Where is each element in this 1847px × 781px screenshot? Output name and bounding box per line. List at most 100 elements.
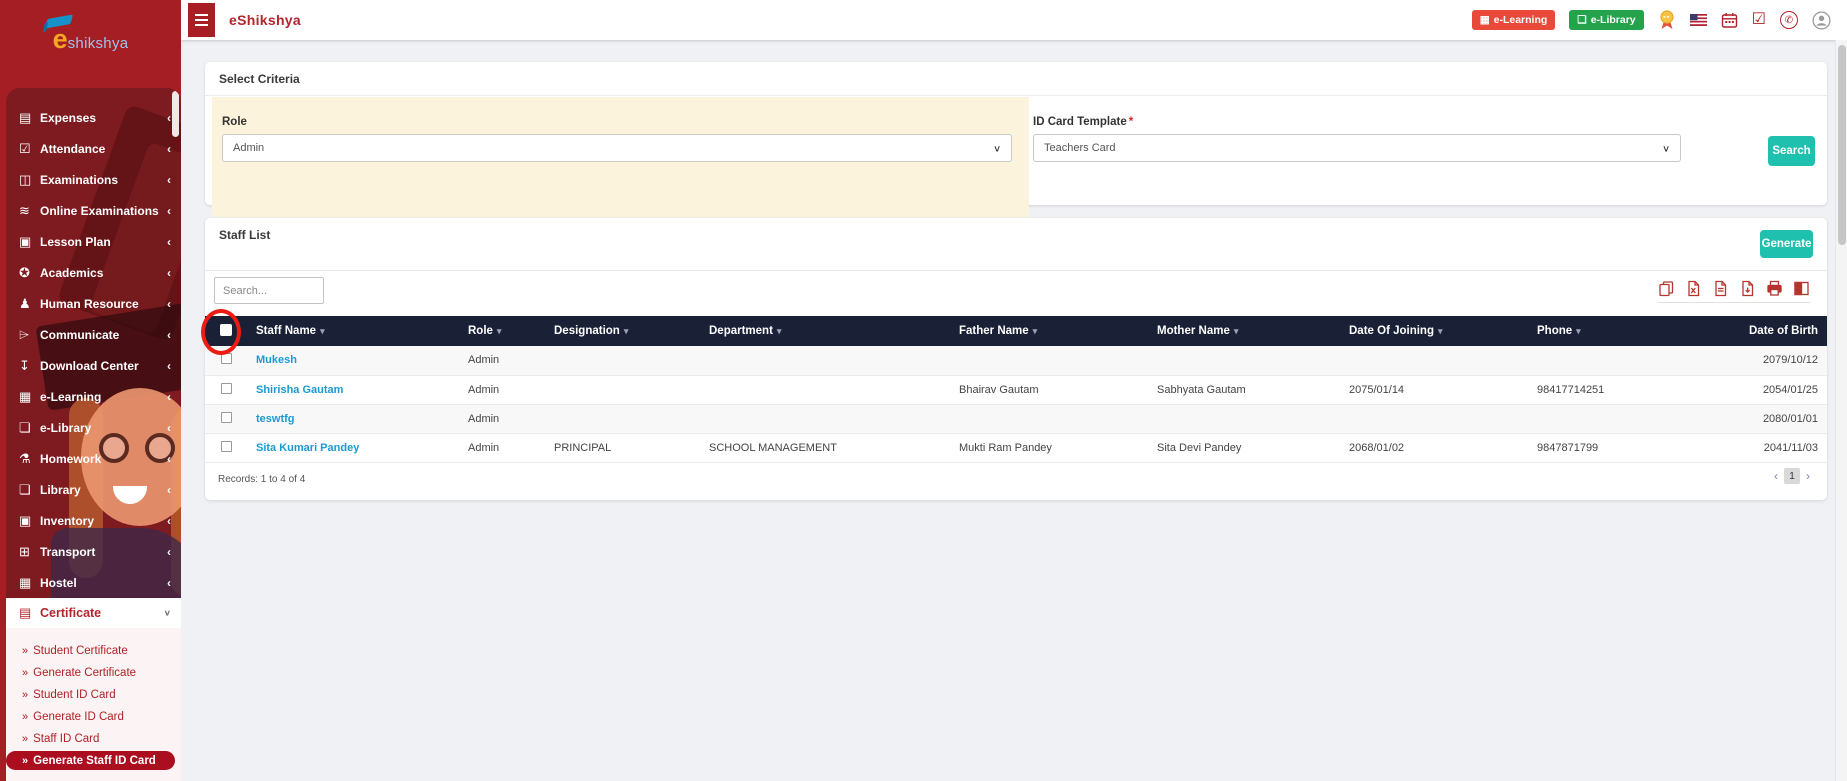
calendar-icon[interactable] xyxy=(1721,12,1738,29)
cell-role: Admin xyxy=(459,375,545,405)
certificate-section: ▤ Certificate ∨ » Student Certificate » Ge… xyxy=(6,598,181,781)
lesson-plan-icon: ▣ xyxy=(19,233,32,249)
sidebar-item-attendance[interactable]: ☑ Attendance ‹ xyxy=(6,133,181,164)
submenu-item-generate-certificate[interactable]: » Generate Certificate xyxy=(6,662,181,684)
select-criteria-card: Select Criteria Role Admin ∨ ID Card Tem… xyxy=(205,62,1827,217)
chevron-left-icon: ‹ xyxy=(167,420,171,435)
pagination-page-1[interactable]: 1 xyxy=(1784,468,1800,484)
submenu-arrow-icon: » xyxy=(22,733,29,745)
print-icon[interactable] xyxy=(1766,280,1783,297)
cell-phone: 9847871799 xyxy=(1528,433,1700,463)
file-export-icon[interactable] xyxy=(1712,280,1729,297)
e-library-button[interactable]: ❏ e-Library xyxy=(1569,10,1644,30)
column-header-phone[interactable]: Phone ▾ xyxy=(1528,316,1700,346)
whatsapp-icon[interactable]: ✆ xyxy=(1780,11,1798,29)
user-profile-icon[interactable] xyxy=(1812,10,1831,30)
submenu-item-student-id-card[interactable]: » Student ID Card xyxy=(6,684,181,706)
sidebar-item-e-library[interactable]: ❏ e-Library ‹ xyxy=(6,412,181,443)
column-header-role[interactable]: Role ▾ xyxy=(459,316,545,346)
staff-list-title: Staff List xyxy=(219,228,271,242)
table-row: Sita Kumari Pandey Admin PRINCIPAL SCHOO… xyxy=(205,433,1827,463)
copy-icon[interactable] xyxy=(1658,280,1675,297)
row-checkbox[interactable] xyxy=(220,411,232,423)
row-checkbox[interactable] xyxy=(220,440,232,452)
cell-designation: PRINCIPAL xyxy=(545,433,700,463)
columns-icon[interactable] xyxy=(1793,280,1810,297)
select-all-checkbox[interactable] xyxy=(220,323,232,336)
sidebar-item-label: Download Center xyxy=(40,358,139,373)
staff-name-link[interactable]: Sita Kumari Pandey xyxy=(256,442,359,454)
sidebar-item-online-examinations[interactable]: ≋ Online Examinations ‹ xyxy=(6,195,181,226)
excel-export-icon[interactable] xyxy=(1685,280,1702,297)
chevron-down-icon: ∨ xyxy=(1661,143,1670,154)
sidebar-item-communicate[interactable]: ⌲ Communicate ‹ xyxy=(6,319,181,350)
us-flag-icon[interactable] xyxy=(1689,14,1707,26)
sidebar-item-library[interactable]: ❏ Library ‹ xyxy=(6,474,181,505)
table-row: teswtfg Admin 2080/01/01 xyxy=(205,404,1827,434)
hamburger-menu-button[interactable] xyxy=(188,3,215,37)
submenu-item-student-certificate[interactable]: » Student Certificate xyxy=(6,640,181,662)
staff-name-link[interactable]: teswtfg xyxy=(256,413,295,425)
chevron-left-icon: ‹ xyxy=(167,389,171,404)
topbar-actions: ▦ e-Learning ❏ e-Library ☑ ✆ xyxy=(1471,9,1831,31)
medal-icon[interactable] xyxy=(1658,9,1676,31)
search-button[interactable]: Search xyxy=(1768,136,1815,166)
e-library-label: e-Library xyxy=(1590,14,1636,26)
cell-mother-name: Sita Devi Pandey xyxy=(1148,433,1340,463)
sort-icon: ▾ xyxy=(776,326,782,336)
row-checkbox[interactable] xyxy=(220,382,232,394)
column-header-mother-name[interactable]: Mother Name ▾ xyxy=(1148,316,1340,346)
sidebar-scrollbar-thumb[interactable] xyxy=(172,91,179,137)
submenu-item-generate-staff-id-card[interactable]: » Generate Staff ID Card xyxy=(6,751,175,770)
e-learning-button[interactable]: ▦ e-Learning xyxy=(1471,10,1556,30)
column-header-designation[interactable]: Designation ▾ xyxy=(545,316,700,346)
role-select[interactable]: Admin ∨ xyxy=(222,134,1012,162)
e-library-icon: ❏ xyxy=(19,419,31,435)
sidebar-item-label: e-Learning xyxy=(40,389,102,404)
cell-date-of-birth: 2079/10/12 xyxy=(1700,346,1827,376)
task-check-icon[interactable]: ☑ xyxy=(1752,12,1766,28)
sidebar-item-transport[interactable]: ⊞ Transport ‹ xyxy=(6,536,181,567)
sidebar-item-academics[interactable]: ✪ Academics ‹ xyxy=(6,257,181,288)
row-checkbox[interactable] xyxy=(220,353,232,365)
transport-icon: ⊞ xyxy=(19,543,30,559)
submenu-item-generate-id-card[interactable]: » Generate ID Card xyxy=(6,706,181,728)
cell-date-of-birth: 2054/01/25 xyxy=(1700,375,1827,405)
staff-name-link[interactable]: Mukesh xyxy=(256,354,297,366)
sidebar-item-examinations[interactable]: ◫ Examinations ‹ xyxy=(6,164,181,195)
download-center-icon: ↧ xyxy=(19,357,30,373)
column-header-date-of-birth[interactable]: Date of Birth xyxy=(1700,316,1827,346)
sidebar-item-certificate[interactable]: ▤ Certificate ∨ xyxy=(6,598,181,628)
sidebar-item-expenses[interactable]: ▤ Expenses ‹ xyxy=(6,102,181,133)
staff-name-link[interactable]: Shirisha Gautam xyxy=(256,384,343,396)
sidebar-item-inventory[interactable]: ▣ Inventory ‹ xyxy=(6,505,181,536)
chevron-left-icon: ‹ xyxy=(167,451,171,466)
online-examinations-icon: ≋ xyxy=(19,202,30,218)
cell-designation xyxy=(545,375,700,405)
sidebar-item-e-learning[interactable]: ▦ e-Learning ‹ xyxy=(6,381,181,412)
pagination-prev-icon[interactable]: ‹ xyxy=(1774,469,1778,483)
submenu-item-label: Generate Staff ID Card xyxy=(33,754,156,767)
page-scrollbar[interactable] xyxy=(1835,40,1847,781)
sidebar-item-lesson-plan[interactable]: ▣ Lesson Plan ‹ xyxy=(6,226,181,257)
sidebar-item-human-resource[interactable]: ♟ Human Resource ‹ xyxy=(6,288,181,319)
column-header-father-name[interactable]: Father Name ▾ xyxy=(950,316,1148,346)
generate-button[interactable]: Generate xyxy=(1760,230,1813,258)
submenu-arrow-icon: » xyxy=(22,689,29,701)
sidebar-item-label: Certificate xyxy=(40,606,102,620)
column-header-department[interactable]: Department ▾ xyxy=(700,316,950,346)
sidebar-item-download-center[interactable]: ↧ Download Center ‹ xyxy=(6,350,181,381)
id-card-template-select[interactable]: Teachers Card ∨ xyxy=(1033,134,1681,162)
sidebar-item-homework[interactable]: ⚗ Homework ‹ xyxy=(6,443,181,474)
column-header-staff-name[interactable]: Staff Name ▾ xyxy=(247,316,459,346)
scrollbar-thumb[interactable] xyxy=(1838,45,1846,245)
submenu-item-staff-id-card[interactable]: » Staff ID Card xyxy=(6,728,181,750)
table-search-input[interactable] xyxy=(214,277,324,304)
pagination-next-icon[interactable]: › xyxy=(1806,469,1810,483)
template-selected-value: Teachers Card xyxy=(1044,142,1116,154)
column-header-date-of-joining[interactable]: Date Of Joining ▾ xyxy=(1340,316,1528,346)
submenu-arrow-icon: » xyxy=(22,645,29,657)
cell-date-of-joining xyxy=(1340,404,1528,434)
sidebar-item-hostel[interactable]: ▦ Hostel ‹ xyxy=(6,567,181,598)
pdf-export-icon[interactable] xyxy=(1739,280,1756,297)
